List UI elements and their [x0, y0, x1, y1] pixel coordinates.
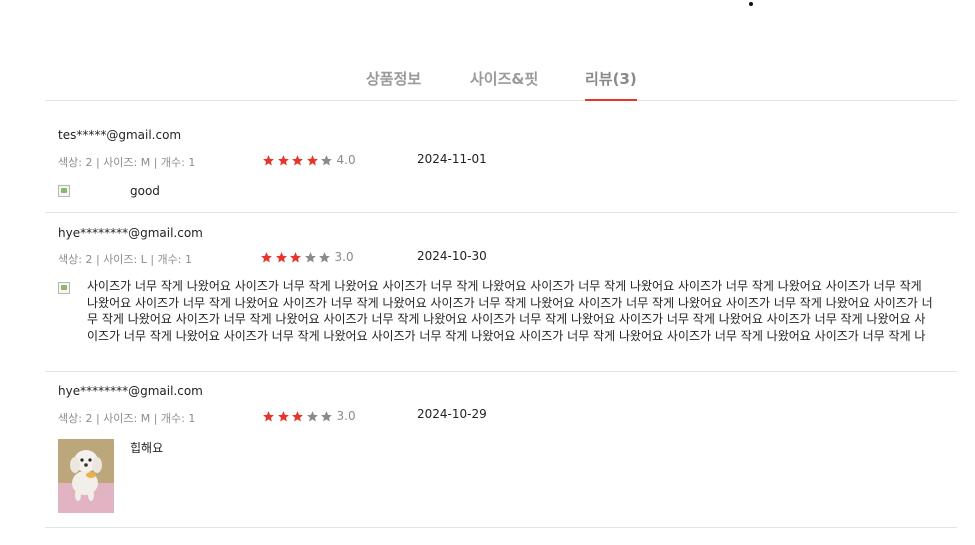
rating-value: 3.0 [334, 250, 354, 264]
star-icon [290, 251, 301, 262]
star-rating: 4.0 [262, 153, 356, 167]
review-date: 2024-10-29 [417, 407, 487, 421]
reviewer-email: hye********@gmail.com [58, 226, 203, 240]
reviewer-email: tes*****@gmail.com [58, 128, 182, 142]
star-icon [292, 154, 303, 165]
star-icon [306, 154, 318, 165]
star-icon [321, 154, 332, 165]
review-options: 색상: 2 | 사이즈: M | 개수: 1 [58, 156, 196, 169]
star-icon [321, 410, 332, 421]
rating-value: 3.0 [336, 409, 356, 423]
review-date: 2024-10-30 [417, 249, 487, 263]
star-icon [292, 410, 303, 421]
product-tabs: 상품정보 사이즈&핏 리뷰(3) [45, 60, 957, 101]
tab-product-info[interactable]: 상품정보 [366, 68, 421, 89]
review-item: hye********@gmail.com 색상: 2 | 사이즈: M | 개… [45, 372, 957, 528]
review-text: good [130, 184, 160, 198]
star-icon [319, 251, 330, 262]
broken-image-icon[interactable] [58, 282, 70, 294]
star-icon [261, 251, 272, 262]
tab-reviews[interactable]: 리뷰(3) [585, 68, 637, 101]
broken-image-icon[interactable] [58, 185, 70, 197]
star-icon [275, 251, 287, 262]
cursor-dot [749, 2, 753, 6]
star-icon [277, 154, 289, 165]
rating-value: 4.0 [336, 153, 356, 167]
star-icon [263, 154, 274, 165]
star-rating: 3.0 [260, 250, 354, 264]
star-icon [306, 410, 318, 421]
review-options: 색상: 2 | 사이즈: L | 개수: 1 [58, 253, 192, 266]
star-icon [304, 251, 316, 262]
review-item: hye********@gmail.com 색상: 2 | 사이즈: L | 개… [45, 213, 957, 372]
review-options: 색상: 2 | 사이즈: M | 개수: 1 [58, 412, 196, 425]
star-rating: 3.0 [262, 409, 356, 423]
review-photo-thumbnail[interactable] [58, 439, 114, 513]
star-icon [277, 410, 289, 421]
review-item: tes*****@gmail.com 색상: 2 | 사이즈: M | 개수: … [45, 101, 957, 213]
reviewer-email: hye********@gmail.com [58, 384, 203, 398]
review-text: 힙해요 [130, 441, 164, 455]
review-text: 사이즈가 너무 작게 나왔어요 사이즈가 너무 작게 나왔어요 사이즈가 너무 … [87, 279, 933, 343]
star-icon [263, 410, 274, 421]
review-date: 2024-11-01 [417, 152, 487, 166]
tab-size-fit[interactable]: 사이즈&핏 [470, 68, 538, 89]
dog-photo-icon [58, 439, 114, 513]
